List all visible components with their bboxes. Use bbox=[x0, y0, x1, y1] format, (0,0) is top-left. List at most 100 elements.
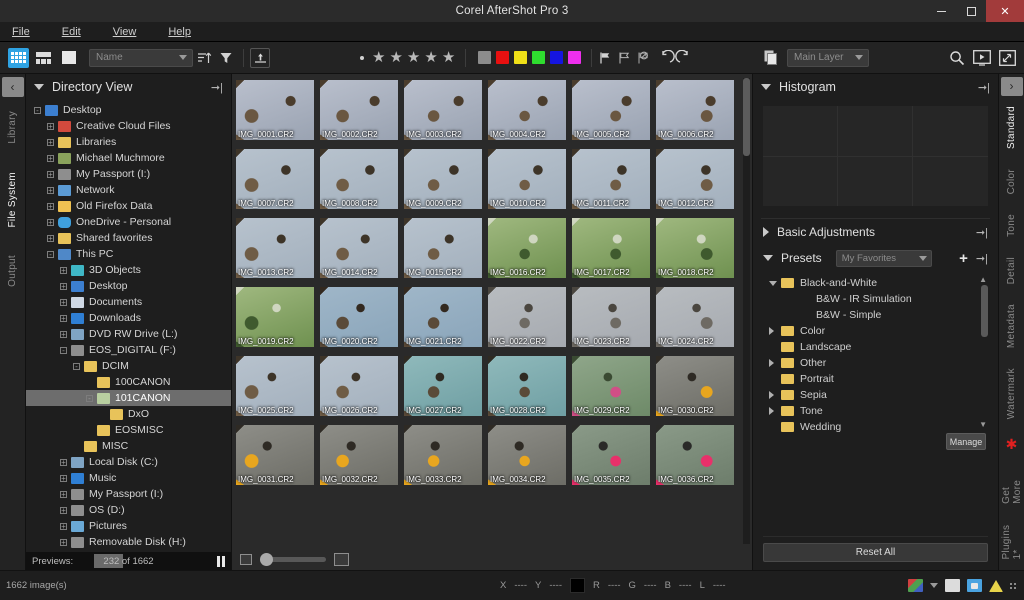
color-profile-icon[interactable] bbox=[908, 579, 923, 592]
menu-help[interactable]: Help bbox=[168, 26, 207, 38]
directory-panel-header[interactable]: Directory View ➞| bbox=[26, 74, 231, 100]
thumbnail-item[interactable]: IMG_0026.CR2 bbox=[320, 356, 398, 416]
presets-scrollbar-thumb[interactable] bbox=[981, 285, 988, 337]
tree-item[interactable]: + My Passport (I:) bbox=[26, 166, 231, 182]
presets-set-dropdown[interactable]: My Favorites bbox=[835, 249, 932, 267]
tree-item[interactable]: + OneDrive - Personal bbox=[26, 214, 231, 230]
tree-item[interactable]: - EOS_DIGITAL (F:) bbox=[26, 342, 231, 358]
chevron-right-icon[interactable] bbox=[769, 359, 779, 367]
thumbnail-item[interactable]: IMG_0021.CR2 bbox=[404, 287, 482, 347]
manage-presets-button[interactable]: Manage bbox=[946, 433, 986, 450]
thumbnail-item[interactable]: IMG_0019.CR2 bbox=[236, 287, 314, 347]
minimize-button[interactable] bbox=[926, 0, 956, 22]
tree-item[interactable]: MISC bbox=[26, 438, 231, 454]
resize-grip-icon[interactable] bbox=[1010, 582, 1016, 589]
thumbnail-item[interactable]: IMG_0024.CR2 bbox=[656, 287, 734, 347]
collapse-node-icon[interactable]: - bbox=[45, 249, 56, 260]
filmstrip-view-icon[interactable] bbox=[33, 48, 54, 68]
expand-node-icon[interactable]: + bbox=[58, 329, 69, 340]
expand-node-icon[interactable]: + bbox=[45, 121, 56, 132]
collapse-node-icon[interactable]: - bbox=[58, 345, 69, 356]
tree-item[interactable]: + Network bbox=[26, 182, 231, 198]
thumbnail-item[interactable]: IMG_0036.CR2 bbox=[656, 425, 734, 485]
tab-watermark[interactable]: Watermark bbox=[1006, 358, 1017, 429]
tree-item[interactable]: + Documents bbox=[26, 294, 231, 310]
thumbnail-item[interactable]: IMG_0001.CR2 bbox=[236, 80, 314, 140]
expand-node-icon[interactable]: + bbox=[58, 505, 69, 516]
flag-outline-icon[interactable] bbox=[617, 51, 631, 65]
directory-tree[interactable]: - Desktop + Creative Cloud Files + Libraries +… bbox=[26, 100, 231, 552]
thumbnail-size-handle[interactable] bbox=[260, 552, 273, 566]
tree-item[interactable]: - This PC bbox=[26, 246, 231, 262]
color-label-red[interactable] bbox=[496, 51, 510, 64]
thumbnail-large-icon[interactable] bbox=[334, 552, 349, 566]
collapse-node-icon[interactable]: - bbox=[84, 393, 95, 404]
tree-item[interactable]: DxO bbox=[26, 406, 231, 422]
thumbnail-item[interactable]: IMG_0030.CR2 bbox=[656, 356, 734, 416]
reset-all-button[interactable]: Reset All bbox=[763, 543, 988, 562]
warning-icon[interactable] bbox=[989, 579, 1003, 592]
pin-icon[interactable]: ➞| bbox=[976, 226, 988, 239]
fullscreen-icon[interactable] bbox=[999, 49, 1016, 66]
thumbnail-item[interactable]: IMG_0013.CR2 bbox=[236, 218, 314, 278]
thumbnail-item[interactable]: IMG_0008.CR2 bbox=[320, 149, 398, 209]
preset-item[interactable]: B&W - IR Simulation bbox=[763, 291, 988, 307]
collapse-node-icon[interactable]: - bbox=[32, 105, 43, 116]
export-up-icon[interactable] bbox=[250, 47, 270, 68]
expand-node-icon[interactable]: + bbox=[58, 265, 69, 276]
tree-item[interactable]: + OS (D:) bbox=[26, 502, 231, 518]
chevron-right-icon[interactable] bbox=[769, 391, 779, 399]
expand-node-icon[interactable]: + bbox=[45, 201, 56, 212]
thumbnail-item[interactable]: IMG_0006.CR2 bbox=[656, 80, 734, 140]
expand-node-icon[interactable]: + bbox=[45, 185, 56, 196]
tree-item[interactable]: + My Passport (I:) bbox=[26, 486, 231, 502]
preset-folder[interactable]: Landscape bbox=[763, 339, 988, 355]
thumbnail-item[interactable]: IMG_0035.CR2 bbox=[572, 425, 650, 485]
color-label-blue[interactable] bbox=[550, 51, 564, 64]
tab-color[interactable]: Color bbox=[1006, 159, 1017, 204]
thumbnail-item[interactable]: IMG_0005.CR2 bbox=[572, 80, 650, 140]
reject-dot-icon[interactable] bbox=[360, 55, 364, 60]
funnel-filter-icon[interactable] bbox=[215, 47, 237, 69]
thumbnail-item[interactable]: IMG_0002.CR2 bbox=[320, 80, 398, 140]
thumbnail-item[interactable]: IMG_0023.CR2 bbox=[572, 287, 650, 347]
chevron-down-icon[interactable] bbox=[761, 84, 771, 90]
tree-item[interactable]: + Desktop bbox=[26, 278, 231, 294]
browser-scrollbar-thumb[interactable] bbox=[743, 78, 750, 156]
preset-folder[interactable]: Black-and-White bbox=[763, 275, 988, 291]
chevron-right-icon[interactable] bbox=[763, 227, 769, 237]
thumbnail-item[interactable]: IMG_0016.CR2 bbox=[488, 218, 566, 278]
chevron-down-icon[interactable] bbox=[769, 280, 779, 286]
star-3-icon[interactable]: ★ bbox=[407, 50, 420, 65]
collapse-left-panel-button[interactable]: ‹ bbox=[1, 77, 24, 97]
tab-metadata[interactable]: Metadata bbox=[1006, 294, 1017, 358]
expand-node-icon[interactable]: + bbox=[58, 297, 69, 308]
star-4-icon[interactable]: ★ bbox=[424, 50, 437, 65]
tree-item[interactable]: + DVD RW Drive (L:) bbox=[26, 326, 231, 342]
sort-ascending-icon[interactable] bbox=[193, 47, 215, 69]
tree-item[interactable]: EOSMISC bbox=[26, 422, 231, 438]
copy-layer-icon[interactable] bbox=[764, 50, 779, 66]
sidebar-tab-library[interactable]: Library bbox=[7, 97, 18, 158]
star-1-icon[interactable]: ★ bbox=[372, 50, 385, 65]
browser-scrollbar[interactable] bbox=[743, 78, 750, 544]
chevron-right-icon[interactable] bbox=[769, 327, 779, 335]
menu-file[interactable]: File bbox=[12, 26, 46, 38]
tree-item[interactable]: + Downloads bbox=[26, 310, 231, 326]
lock-icon[interactable] bbox=[967, 579, 982, 592]
tree-item[interactable]: + Pictures bbox=[26, 518, 231, 534]
thumbnail-item[interactable]: IMG_0032.CR2 bbox=[320, 425, 398, 485]
histogram-header[interactable]: Histogram ➞| bbox=[753, 74, 998, 100]
thumbnail-item[interactable]: IMG_0017.CR2 bbox=[572, 218, 650, 278]
single-view-icon[interactable] bbox=[58, 48, 79, 68]
tree-item[interactable]: + Local Disk (C:) bbox=[26, 454, 231, 470]
thumbnail-item[interactable]: IMG_0014.CR2 bbox=[320, 218, 398, 278]
tree-item[interactable]: +3D Objects bbox=[26, 262, 231, 278]
star-2-icon[interactable]: ★ bbox=[389, 50, 402, 65]
thumbnail-size-slider[interactable] bbox=[260, 552, 326, 566]
tab-get-more[interactable]: Get More bbox=[1001, 453, 1023, 506]
pause-icon[interactable] bbox=[217, 555, 225, 567]
thumbnail-item[interactable]: IMG_0031.CR2 bbox=[236, 425, 314, 485]
chevron-down-icon[interactable] bbox=[763, 255, 773, 261]
star-5-icon[interactable]: ★ bbox=[442, 50, 455, 65]
